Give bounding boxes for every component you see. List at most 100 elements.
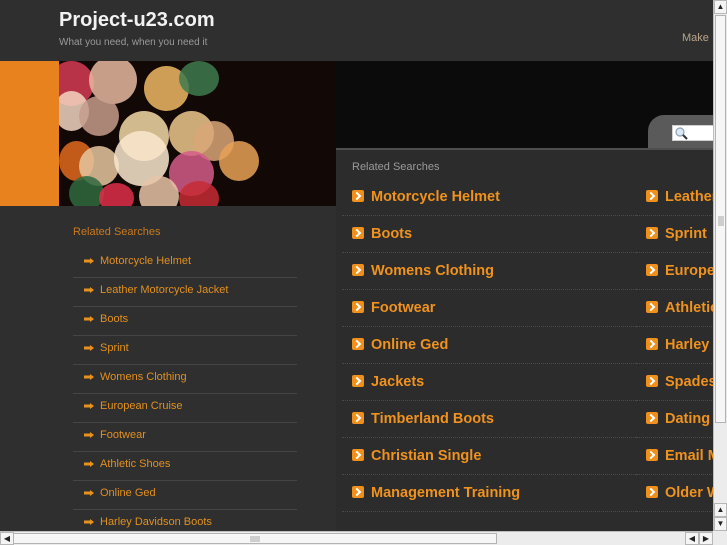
- result-link-label[interactable]: Email M: [665, 448, 713, 464]
- site-header: Project-u23.com What you need, when you …: [0, 0, 713, 61]
- vertical-scroll-thumb[interactable]: [715, 15, 726, 423]
- result-link-item[interactable]: Management Training: [342, 476, 642, 512]
- bokeh-light: [219, 141, 259, 181]
- result-link-label[interactable]: Spades: [665, 374, 713, 390]
- result-link-label[interactable]: Athletic: [665, 300, 713, 316]
- result-link-item[interactable]: Leather: [636, 180, 713, 216]
- result-link-label[interactable]: Sprint: [665, 226, 707, 242]
- scroll-up-button-lower[interactable]: ▲: [714, 503, 727, 517]
- sidebar-link-item[interactable]: Footwear: [73, 423, 297, 452]
- chevron-right-icon: [646, 264, 658, 276]
- panel-heading: Related Searches: [352, 161, 440, 173]
- arrow-bullet-icon: [84, 258, 94, 264]
- scroll-up-button[interactable]: ▲: [714, 0, 727, 14]
- result-link-item[interactable]: Boots: [342, 217, 642, 253]
- arrow-bullet-icon: [84, 316, 94, 322]
- sidebar-link-item[interactable]: Sprint: [73, 336, 297, 365]
- arrow-bullet-icon: [84, 287, 94, 293]
- sidebar-link-item[interactable]: Athletic Shoes: [73, 452, 297, 481]
- result-link-item[interactable]: Womens Clothing: [342, 254, 642, 290]
- chevron-right-icon: [646, 338, 658, 350]
- sidebar-link-item[interactable]: Motorcycle Helmet: [73, 249, 297, 278]
- horizontal-scroll-thumb[interactable]: [13, 533, 497, 544]
- result-link-label[interactable]: Jackets: [371, 374, 424, 390]
- result-link-label[interactable]: Motorcycle Helmet: [371, 189, 500, 205]
- sidebar-link-label[interactable]: Athletic Shoes: [100, 458, 170, 470]
- result-link-item[interactable]: Timberland Boots: [342, 402, 642, 438]
- arrow-bullet-icon: [84, 345, 94, 351]
- search-icon[interactable]: [674, 126, 688, 140]
- scroll-down-button[interactable]: ▼: [714, 517, 727, 531]
- horizontal-scrollbar[interactable]: ◀ ◀ ▶: [0, 531, 713, 545]
- site-title[interactable]: Project-u23.com: [59, 9, 215, 32]
- result-link-label[interactable]: Online Ged: [371, 337, 448, 353]
- chevron-right-icon: [646, 301, 658, 313]
- result-link-item[interactable]: Harley: [636, 328, 713, 364]
- sidebar-link-label[interactable]: Online Ged: [100, 487, 156, 499]
- chevron-right-icon: [646, 375, 658, 387]
- result-link-item[interactable]: Dating: [636, 402, 713, 438]
- result-link-item[interactable]: Online Ged: [342, 328, 642, 364]
- sidebar-link-item[interactable]: Online Ged: [73, 481, 297, 510]
- sidebar-link-label[interactable]: Sprint: [100, 342, 129, 354]
- result-link-label[interactable]: Europe: [665, 263, 713, 279]
- scrollbar-corner: [713, 531, 727, 545]
- arrow-bullet-icon: [84, 374, 94, 380]
- result-link-item[interactable]: Email M: [636, 439, 713, 475]
- sidebar-list: Motorcycle Helmet Leather Motorcycle Jack…: [73, 249, 297, 531]
- sidebar-link-label[interactable]: Harley Davidson Boots: [100, 516, 212, 528]
- result-link-label[interactable]: Dating: [665, 411, 710, 427]
- sidebar-link-item[interactable]: Harley Davidson Boots: [73, 510, 297, 531]
- result-link-item[interactable]: Jackets: [342, 365, 642, 401]
- arrow-bullet-icon: [84, 490, 94, 496]
- sidebar-link-label[interactable]: Footwear: [100, 429, 146, 441]
- arrow-bullet-icon: [84, 461, 94, 467]
- result-link-item[interactable]: Athletic: [636, 291, 713, 327]
- result-link-item[interactable]: Footwear: [342, 291, 642, 327]
- make-link[interactable]: Make: [682, 32, 709, 44]
- result-link-item[interactable]: Christian Single: [342, 439, 642, 475]
- scroll-left-button[interactable]: ◀: [0, 532, 14, 545]
- result-link-label[interactable]: Timberland Boots: [371, 411, 494, 427]
- scroll-right-button[interactable]: ▶: [699, 532, 713, 545]
- bokeh-light: [79, 96, 119, 136]
- chevron-right-icon: [646, 190, 658, 202]
- result-link-item[interactable]: Older W: [636, 476, 713, 512]
- chevron-right-icon: [352, 449, 364, 461]
- sidebar-link-label[interactable]: Boots: [100, 313, 128, 325]
- result-link-label[interactable]: Christian Single: [371, 448, 481, 464]
- arrow-bullet-icon: [84, 403, 94, 409]
- result-link-label[interactable]: Footwear: [371, 300, 435, 316]
- results-column-left: Motorcycle Helmet Boots Womens Clothing Foo…: [342, 180, 642, 513]
- result-link-label[interactable]: Management Training: [371, 485, 520, 501]
- result-link-label[interactable]: Harley: [665, 337, 709, 353]
- scroll-left-button-lower[interactable]: ◀: [685, 532, 699, 545]
- sidebar-link-label[interactable]: European Cruise: [100, 400, 183, 412]
- result-link-label[interactable]: Older W: [665, 485, 713, 501]
- site-tagline: What you need, when you need it: [59, 37, 208, 48]
- sidebar-link-item[interactable]: European Cruise: [73, 394, 297, 423]
- scroll-grip-icon: [250, 536, 260, 542]
- result-link-item[interactable]: Sprint: [636, 217, 713, 253]
- sidebar-heading: Related Searches: [73, 226, 161, 238]
- chevron-right-icon: [352, 227, 364, 239]
- sidebar-link-label[interactable]: Leather Motorcycle Jacket: [100, 284, 228, 296]
- orange-accent-block: [0, 61, 59, 206]
- arrow-bullet-icon: [84, 432, 94, 438]
- sidebar-link-label[interactable]: Womens Clothing: [100, 371, 187, 383]
- sidebar-link-label[interactable]: Motorcycle Helmet: [100, 255, 191, 267]
- scroll-grip-icon: [718, 216, 724, 226]
- result-link-item[interactable]: Europe: [636, 254, 713, 290]
- chevron-right-icon: [646, 449, 658, 461]
- bokeh-light: [179, 61, 219, 96]
- result-link-label[interactable]: Boots: [371, 226, 412, 242]
- result-link-label[interactable]: Leather: [665, 189, 713, 205]
- hero-bokeh-image: [59, 61, 335, 206]
- vertical-scrollbar[interactable]: ▲ ▲ ▼: [713, 0, 727, 531]
- sidebar-link-item[interactable]: Womens Clothing: [73, 365, 297, 394]
- sidebar-link-item[interactable]: Boots: [73, 307, 297, 336]
- sidebar-link-item[interactable]: Leather Motorcycle Jacket: [73, 278, 297, 307]
- result-link-item[interactable]: Motorcycle Helmet: [342, 180, 642, 216]
- result-link-item[interactable]: Spades: [636, 365, 713, 401]
- result-link-label[interactable]: Womens Clothing: [371, 263, 494, 279]
